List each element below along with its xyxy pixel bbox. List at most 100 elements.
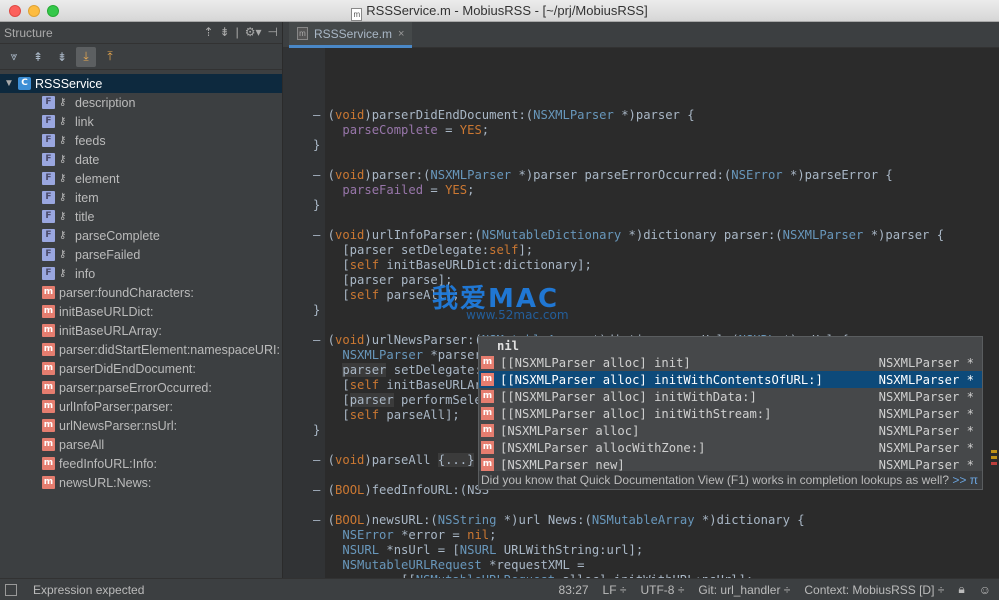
completion-item[interactable]: m [NSXMLParser alloc] NSXMLParser *: [479, 422, 982, 439]
expand-icon[interactable]: ⇞: [28, 47, 48, 67]
collapse-all-icon[interactable]: ⇟: [220, 25, 230, 39]
tree-method-item[interactable]: m parserDidEndDocument:: [0, 359, 282, 378]
window-title-wrap: m RSSService.m - MobiusRSS - [~/prj/Mobiu…: [0, 3, 999, 21]
code-line: – (void)parseAll {...}: [313, 453, 475, 467]
completion-header[interactable]: nil: [479, 337, 982, 354]
context-selector[interactable]: Context: MobiusRSS [D] ÷: [804, 583, 944, 597]
error-mark[interactable]: [991, 462, 997, 465]
field-icon: F: [42, 191, 55, 204]
code-line: – (void)parserDidEndDocument:(NSXMLParse…: [313, 108, 695, 122]
completion-hint-text: Did you know that Quick Documentation Vi…: [481, 473, 949, 487]
code-line: – (void)urlInfoParser:(NSMutableDictiona…: [313, 228, 945, 242]
completion-item[interactable]: m [NSXMLParser allocWithZone:] NSXMLParser…: [479, 439, 982, 456]
file-encoding[interactable]: UTF-8 ÷: [640, 583, 684, 597]
code-line: parser setDelegate:: [342, 363, 482, 377]
tree-field-label: date: [75, 152, 100, 167]
expand-arrow-icon[interactable]: ▼: [4, 78, 18, 89]
close-tab-icon[interactable]: ×: [398, 28, 404, 40]
tree-field-item[interactable]: F ⚷ item: [0, 188, 282, 207]
hide-panel-icon[interactable]: ⊣: [268, 25, 278, 39]
code-line: NSXMLParser *parser =: [342, 348, 505, 362]
completion-item-type: NSXMLParser *: [878, 440, 974, 455]
field-icon: F: [42, 267, 55, 280]
code-line: }: [313, 138, 321, 152]
watermark-url: www.52mac.com: [466, 308, 569, 322]
lock-icon: ⚷: [59, 249, 67, 260]
tree-field-item[interactable]: F ⚷ date: [0, 150, 282, 169]
code-area[interactable]: – (void)parserDidEndDocument:(NSXMLParse…: [313, 48, 999, 578]
completion-item[interactable]: m [[NSXMLParser alloc] init] NSXMLParser *: [479, 354, 982, 371]
line-separator[interactable]: LF ÷: [603, 583, 627, 597]
field-icon: F: [42, 172, 55, 185]
code-line: [parser setDelegate:self];: [313, 243, 534, 257]
warning-mark[interactable]: [991, 456, 997, 459]
method-icon: m: [481, 441, 494, 454]
tree-method-item[interactable]: m urlInfoParser:parser:: [0, 397, 282, 416]
code-line: parseFailed = YES;: [342, 183, 475, 197]
tree-method-item[interactable]: m parseAll: [0, 435, 282, 454]
tree-root-label: RSSService: [35, 76, 103, 91]
code-line: [self parseAll];: [313, 408, 460, 422]
field-icon: F: [42, 153, 55, 166]
code-line: }: [313, 198, 321, 212]
tree-field-item[interactable]: F ⚷ feeds: [0, 131, 282, 150]
tree-field-label: parseComplete: [75, 228, 160, 243]
code-line: NSMutableURLRequest *requestXML =: [342, 558, 585, 572]
lock-icon[interactable]: 🔒︎: [958, 582, 964, 597]
structure-title: Structure: [4, 25, 53, 40]
tree-method-item[interactable]: m parser:didStartElement:namespaceURI:: [0, 340, 282, 359]
tree-method-item[interactable]: m parser:parseErrorOccurred:: [0, 378, 282, 397]
sort-by-type-icon[interactable]: ⩔: [4, 47, 24, 67]
completion-item[interactable]: m [[NSXMLParser alloc] initWithData:] NSXM…: [479, 388, 982, 405]
tree-method-item[interactable]: m initBaseURLArray:: [0, 321, 282, 340]
completion-item-text: [[NSXMLParser alloc] init]: [500, 355, 691, 370]
tree-field-item[interactable]: F ⚷ parseFailed: [0, 245, 282, 264]
tree-field-item[interactable]: F ⚷ parseComplete: [0, 226, 282, 245]
inspector-icon[interactable]: ☺: [979, 583, 991, 597]
git-branch[interactable]: Git: url_handler ÷: [698, 583, 790, 597]
caret-position[interactable]: 83:27: [559, 583, 589, 597]
tree-method-item[interactable]: m initBaseURLDict:: [0, 302, 282, 321]
completion-hint-link[interactable]: >>: [952, 473, 966, 487]
code-line: [self initBaseURLAr: [313, 378, 482, 392]
autoscroll-to-source-icon[interactable]: ⤓: [76, 46, 96, 67]
tree-method-item[interactable]: m feedInfoURL:Info:: [0, 454, 282, 473]
completion-item[interactable]: m [[NSXMLParser alloc] initWithStream:] NS…: [479, 405, 982, 422]
warning-mark[interactable]: [991, 450, 997, 453]
code-line: [parser performSele: [313, 393, 482, 407]
tree-field-label: link: [75, 114, 94, 129]
error-stripe: [987, 70, 999, 600]
tree-field-item[interactable]: F ⚷ title: [0, 207, 282, 226]
expand-all-icon[interactable]: ⇡: [204, 25, 214, 39]
tree-method-label: parserDidEndDocument:: [59, 361, 196, 376]
completion-hint: Did you know that Quick Documentation Vi…: [479, 471, 982, 489]
tree-method-item[interactable]: m parser:foundCharacters:: [0, 283, 282, 302]
tree-field-item[interactable]: F ⚷ description: [0, 93, 282, 112]
tree-field-item[interactable]: F ⚷ link: [0, 112, 282, 131]
tree-root-rssservice[interactable]: ▼ C RSSService: [0, 74, 282, 93]
code-line: }: [313, 303, 321, 317]
code-line: }: [313, 423, 321, 437]
field-icon: F: [42, 248, 55, 261]
code-editor: m RSSService.m × – (void)parserDidEndDoc…: [283, 22, 999, 578]
tree-field-item[interactable]: F ⚷ info: [0, 264, 282, 283]
file-icon: m: [351, 8, 363, 21]
tree-method-item[interactable]: m urlNewsParser:nsUrl:: [0, 416, 282, 435]
tree-method-item[interactable]: m newsURL:News:: [0, 473, 282, 492]
collapse-icon[interactable]: ⇟: [52, 47, 72, 67]
tree-field-item[interactable]: F ⚷ element: [0, 169, 282, 188]
lock-icon: ⚷: [59, 230, 67, 241]
autoscroll-from-source-icon[interactable]: ⤒: [100, 47, 120, 67]
tree-method-label: parser:foundCharacters:: [59, 285, 194, 300]
completion-item[interactable]: m [[NSXMLParser alloc] initWithContentsOf…: [479, 371, 982, 388]
method-icon: m: [481, 373, 494, 386]
method-icon: m: [481, 356, 494, 369]
gear-icon[interactable]: ⚙▾: [245, 25, 262, 39]
tool-window-toggle-icon[interactable]: [5, 583, 17, 596]
completion-hint-pi[interactable]: π: [970, 473, 978, 487]
completion-item-text: [[NSXMLParser alloc] initWithData:]: [500, 389, 757, 404]
code-line: NSError *error = nil;: [342, 528, 497, 542]
objc-file-icon: m: [297, 27, 308, 40]
method-icon: m: [481, 424, 494, 437]
tab-rssservice-m[interactable]: m RSSService.m ×: [289, 22, 413, 48]
